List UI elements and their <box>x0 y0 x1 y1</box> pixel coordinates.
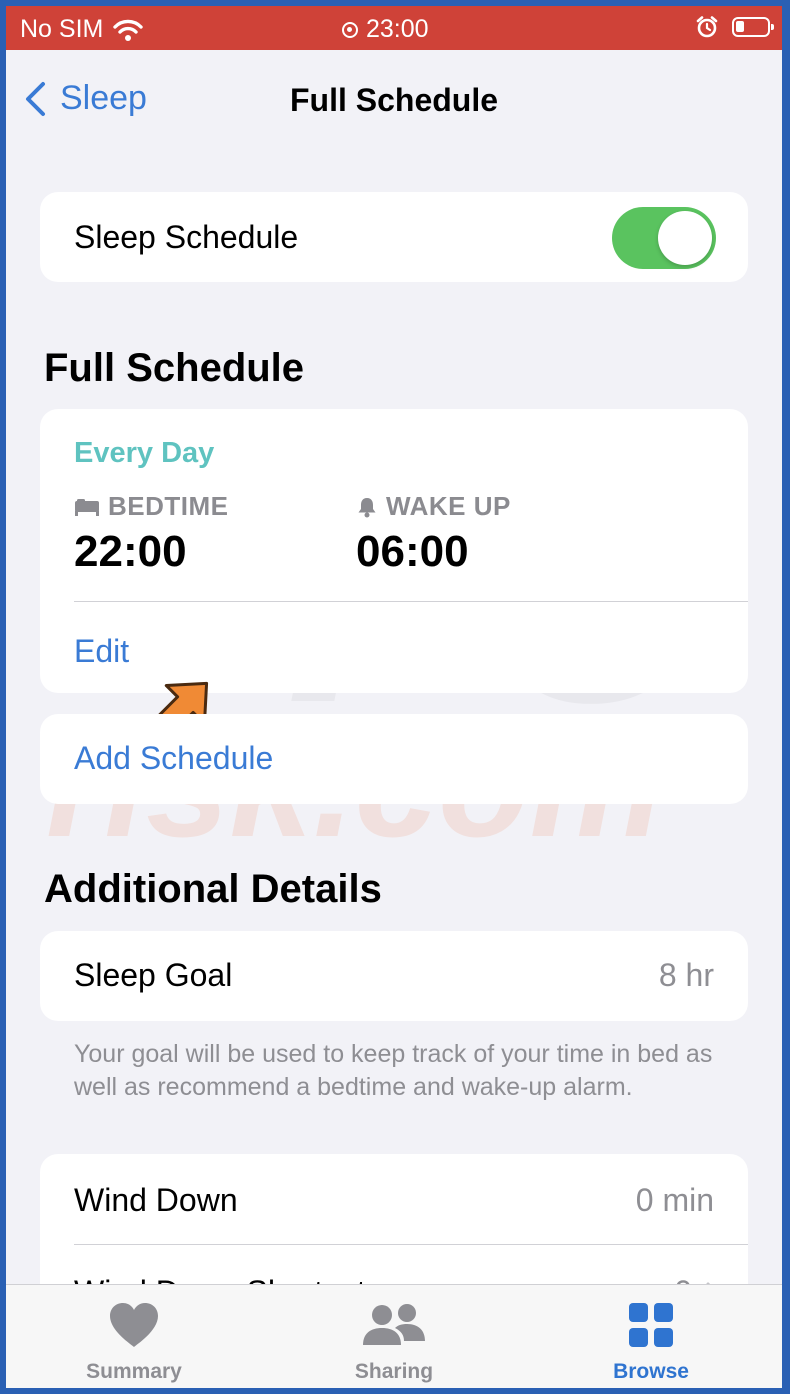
alarm-icon <box>696 16 718 38</box>
screen-recording-icon <box>342 21 358 38</box>
heart-icon <box>110 1303 158 1347</box>
carrier-label: No SIM <box>20 15 104 43</box>
schedule-days: Every Day <box>74 437 215 469</box>
tab-browse[interactable]: Browse <box>571 1301 731 1384</box>
wind-down-label: Wind Down <box>74 1182 238 1218</box>
bell-icon <box>358 497 376 517</box>
bedtime-label-row: BEDTIME <box>74 491 229 522</box>
sleep-goal-note: Your goal will be used to keep track of … <box>74 1040 713 1101</box>
phone-screen: No SIM 23:00 Sleep Full Schedule Sleep S… <box>6 6 782 1388</box>
tab-sharing-label: Sharing <box>354 1360 434 1383</box>
bedtime-label: BEDTIME <box>108 491 229 521</box>
status-bar: No SIM 23:00 <box>6 6 782 50</box>
sleep-schedule-card: Sleep Schedule <box>40 192 748 282</box>
sleep-goal-label: Sleep Goal <box>74 957 233 993</box>
status-right <box>696 16 774 38</box>
grid-icon <box>629 1303 673 1347</box>
sleep-schedule-toggle[interactable] <box>612 207 716 269</box>
navigation-bar: Sleep Full Schedule <box>6 50 782 150</box>
toggle-knob <box>658 211 712 265</box>
battery-icon <box>732 17 774 37</box>
status-time: 23:00 <box>366 15 429 43</box>
wifi-icon <box>113 19 144 41</box>
wakeup-value: 06:00 <box>356 527 469 576</box>
page-title: Full Schedule <box>289 82 499 118</box>
tab-bar: Summary Sharing Browse <box>6 1284 782 1388</box>
wind-down-value: 0 min <box>635 1182 714 1218</box>
wind-down-row[interactable]: Wind Down 0 min <box>40 1154 748 1244</box>
wakeup-label: WAKE UP <box>386 491 511 521</box>
bedtime-value: 22:00 <box>74 527 187 576</box>
status-center: 23:00 <box>342 15 429 44</box>
status-left: No SIM <box>20 15 144 44</box>
people-icon <box>363 1304 425 1345</box>
tab-sharing[interactable]: Sharing <box>314 1301 474 1384</box>
tab-summary[interactable]: Summary <box>54 1301 214 1384</box>
bed-icon <box>75 498 99 516</box>
schedule-divider <box>74 601 748 602</box>
add-schedule-card: Add Schedule <box>40 714 748 804</box>
additional-details-heading: Additional Details <box>44 867 382 911</box>
sleep-goal-card[interactable]: Sleep Goal 8 hr <box>40 931 748 1021</box>
sleep-goal-value: 8 hr <box>658 957 714 993</box>
wakeup-label-row: WAKE UP <box>356 491 511 522</box>
add-schedule-button[interactable]: Add Schedule <box>74 740 273 777</box>
tab-browse-label: Browse <box>613 1360 689 1383</box>
edit-button[interactable]: Edit <box>74 633 129 670</box>
sleep-schedule-label: Sleep Schedule <box>74 219 299 255</box>
full-schedule-heading: Full Schedule <box>44 346 305 390</box>
schedule-card: Every Day BEDTIME 22:00 WAKE UP 06:00 Ed… <box>40 409 748 693</box>
tab-summary-label: Summary <box>86 1360 182 1383</box>
